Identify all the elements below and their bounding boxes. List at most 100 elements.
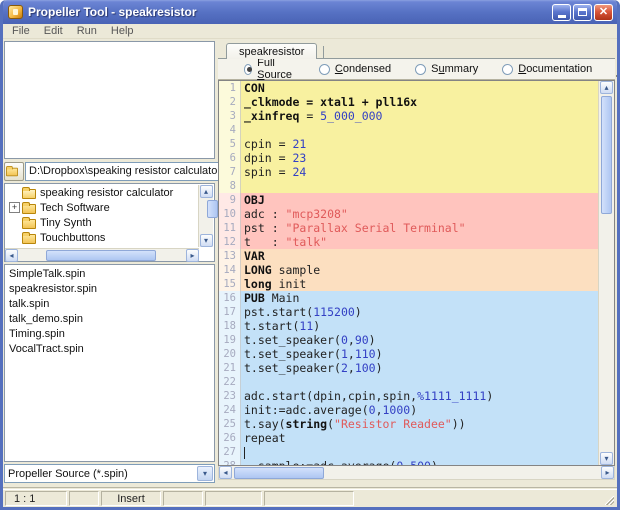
menu-item-file[interactable]: File [5, 25, 37, 37]
scroll-down-icon[interactable]: ▾ [600, 452, 613, 465]
editor-vscroll-thumb[interactable] [601, 96, 612, 214]
radio-icon [502, 63, 514, 75]
tab-separator [323, 46, 325, 58]
line-number: 14 [219, 263, 241, 277]
code-line: 21 t.set_speaker(2,100) [219, 361, 598, 375]
code-line: 26 repeat [219, 431, 598, 445]
scroll-left-icon[interactable]: ◂ [5, 248, 18, 262]
code-editor[interactable]: 1 CON 2 _clkmode = xtal1 + pll16x 3 _xinfreq … [218, 80, 615, 466]
line-number: 5 [219, 137, 241, 151]
scroll-up-icon[interactable]: ▴ [199, 185, 213, 198]
line-text: _clkmode = xtal1 + pll16x [244, 95, 418, 109]
view-mode-condensed[interactable]: Condensed [318, 63, 392, 75]
line-text [241, 375, 598, 389]
line-text: cpin = 21 [244, 137, 307, 151]
line-number: 20 [219, 347, 241, 361]
line-text: repeat [244, 431, 286, 445]
scroll-right-icon[interactable]: ▸ [186, 248, 199, 262]
code-line: 4 [219, 123, 598, 137]
code-line: 17 pst.start(115200) [219, 305, 598, 319]
line-number: 23 [219, 389, 241, 403]
menu-item-run[interactable]: Run [70, 25, 104, 37]
window-title: Propeller Tool - speakresistor [28, 5, 197, 19]
main-content: D:\Dropbox\speaking resistor calculator … [3, 39, 617, 485]
tree-item[interactable]: Tiny Synth [5, 215, 214, 230]
view-mode-summary[interactable]: Summary [415, 63, 478, 75]
line-number: 18 [219, 319, 241, 333]
code-line: 2 _clkmode = xtal1 + pll16x [219, 95, 598, 109]
view-mode-full-source[interactable]: Full Source [244, 57, 295, 81]
file-filter-combobox[interactable]: Propeller Source (*.spin) ▾ [4, 464, 215, 483]
editor-hscroll-thumb[interactable] [234, 466, 324, 479]
line-text [241, 179, 598, 193]
list-item[interactable]: SimpleTalk.spin [5, 267, 214, 282]
list-item[interactable]: talk.spin [5, 297, 214, 312]
object-hierarchy-view[interactable] [4, 41, 215, 159]
line-text: pst.start(115200) [244, 305, 362, 319]
menu-item-help[interactable]: Help [104, 25, 141, 37]
code-line: 9 OBJ [219, 193, 598, 207]
top-folder-button[interactable] [4, 161, 24, 181]
tree-horizontal-scrollbar[interactable]: ◂ ▸ [5, 248, 199, 262]
editor-horizontal-scrollbar[interactable]: ◂ ▸ [218, 466, 615, 480]
line-text: init:=adc.average(0,1000) [244, 403, 418, 417]
title-bar[interactable]: Propeller Tool - speakresistor ✕ [3, 0, 617, 24]
line-text: PUB Main [244, 291, 300, 305]
view-mode-label: Summary [431, 63, 479, 75]
tab-speakresistor[interactable]: speakresistor [226, 43, 318, 59]
line-number: 1 [219, 81, 241, 95]
close-button[interactable]: ✕ [594, 3, 613, 21]
line-text: adc.start(dpin,cpin,spin,%1111_1111) [244, 389, 494, 403]
folder-path-combobox[interactable]: D:\Dropbox\speaking resistor calculator … [25, 161, 242, 181]
tree-item[interactable]: + Tech Software [5, 200, 214, 215]
list-item[interactable]: Timing.spin [5, 327, 214, 342]
line-text: OBJ [244, 193, 265, 207]
folder-path-value: D:\Dropbox\speaking resistor calculator [29, 165, 221, 177]
scroll-left-icon[interactable]: ◂ [219, 466, 232, 479]
maximize-button[interactable] [573, 3, 592, 21]
list-item[interactable]: speakresistor.spin [5, 282, 214, 297]
tree-item-label: speaking resistor calculator [40, 186, 174, 199]
chevron-down-icon[interactable]: ▾ [197, 466, 213, 481]
line-text: sample:=adc.average(0,500) [241, 459, 598, 465]
list-item[interactable]: talk_demo.spin [5, 312, 214, 327]
view-mode-label: Condensed [334, 63, 392, 75]
filter-row: Propeller Source (*.spin) ▾ [4, 464, 215, 484]
list-item[interactable]: VocalTract.spin [5, 342, 214, 357]
minimize-icon [557, 14, 566, 18]
expand-plus-icon[interactable]: + [9, 202, 20, 213]
view-mode-documentation[interactable]: Documentation [502, 63, 592, 75]
folder-icon [22, 201, 36, 214]
minimize-button[interactable] [552, 3, 571, 21]
tree-item[interactable]: speaking resistor calculator [5, 185, 214, 200]
code-line: 1 CON [219, 81, 598, 95]
code-line: 10 adc : "mcp3208" [219, 207, 598, 221]
scroll-down-icon[interactable]: ▾ [199, 234, 213, 247]
top-folder-icon [6, 166, 18, 177]
app-icon [8, 5, 23, 19]
line-number: 12 [219, 235, 241, 249]
expand-spacer [9, 232, 20, 243]
editor-close-button[interactable]: ✕ [616, 62, 617, 77]
tree-vscroll-thumb[interactable] [207, 200, 218, 218]
scroll-up-icon[interactable]: ▴ [600, 81, 613, 94]
tree-item-label: Touchbuttons [40, 231, 106, 244]
menu-item-edit[interactable]: Edit [37, 25, 70, 37]
line-number: 21 [219, 361, 241, 375]
line-number: 6 [219, 151, 241, 165]
resize-grip-icon[interactable] [601, 491, 615, 506]
line-text: long init [244, 277, 307, 291]
code-line: 22 [219, 375, 598, 389]
line-number: 19 [219, 333, 241, 347]
tree-hscroll-thumb[interactable] [46, 249, 156, 261]
line-number: 8 [219, 179, 241, 193]
line-number: 17 [219, 305, 241, 319]
view-mode-label: Full Source [257, 57, 292, 81]
line-text: CON [244, 81, 265, 95]
tree-item[interactable]: Touchbuttons [5, 230, 214, 245]
status-panel [264, 491, 354, 506]
line-text: VAR [244, 249, 265, 263]
editor-vertical-scrollbar[interactable]: ▴ ▾ [598, 81, 614, 465]
scroll-right-icon[interactable]: ▸ [601, 466, 614, 479]
tree-vertical-scrollbar[interactable]: ▴ ▾ [198, 185, 218, 247]
